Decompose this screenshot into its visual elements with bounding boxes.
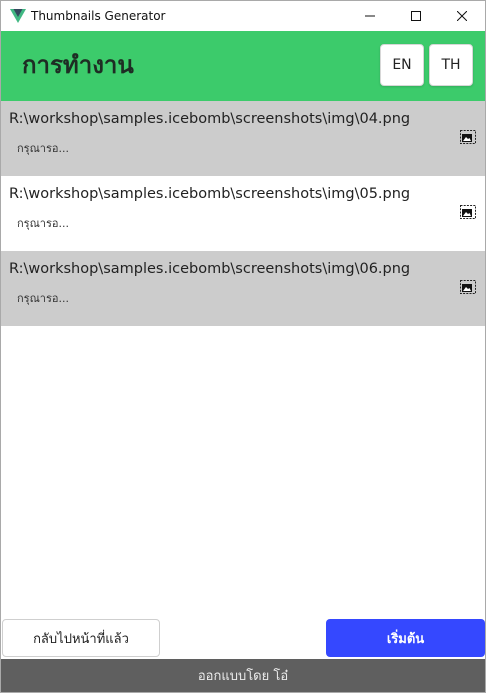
start-button[interactable]: เริ่มต้น (326, 619, 485, 657)
app-window: Thumbnails Generator การทำงาน EN TH R:\w… (0, 0, 486, 693)
minimize-button[interactable] (347, 1, 393, 31)
close-icon (457, 11, 467, 21)
list-item: R:\workshop\samples.icebomb\screenshots\… (1, 101, 485, 176)
image-icon (460, 130, 476, 144)
footer-credit: ออกแบบโดย โอ๋ (1, 659, 485, 692)
title-bar: Thumbnails Generator (1, 1, 485, 31)
page-title: การทำงาน (22, 51, 134, 79)
language-en-button[interactable]: EN (380, 44, 424, 86)
list-item: R:\workshop\samples.icebomb\screenshots\… (1, 176, 485, 251)
image-icon (460, 205, 476, 219)
back-button[interactable]: กลับไปหน้าที่แล้ว (2, 619, 160, 657)
maximize-icon (411, 11, 421, 21)
list-item: R:\workshop\samples.icebomb\screenshots\… (1, 251, 485, 326)
image-icon (460, 280, 476, 294)
file-list: R:\workshop\samples.icebomb\screenshots\… (1, 101, 485, 326)
close-button[interactable] (439, 1, 485, 31)
file-path: R:\workshop\samples.icebomb\screenshots\… (9, 261, 411, 277)
language-th-button[interactable]: TH (429, 44, 473, 86)
window-title: Thumbnails Generator (31, 9, 166, 23)
file-status: กรุณารอ... (17, 217, 69, 230)
file-path: R:\workshop\samples.icebomb\screenshots\… (9, 111, 411, 127)
maximize-button[interactable] (393, 1, 439, 31)
app-logo-icon (10, 9, 26, 23)
page-header: การทำงาน EN TH (1, 31, 485, 101)
file-status: กรุณารอ... (17, 292, 69, 305)
minimize-icon (365, 15, 375, 17)
file-status: กรุณารอ... (17, 142, 69, 155)
file-path: R:\workshop\samples.icebomb\screenshots\… (9, 186, 411, 202)
